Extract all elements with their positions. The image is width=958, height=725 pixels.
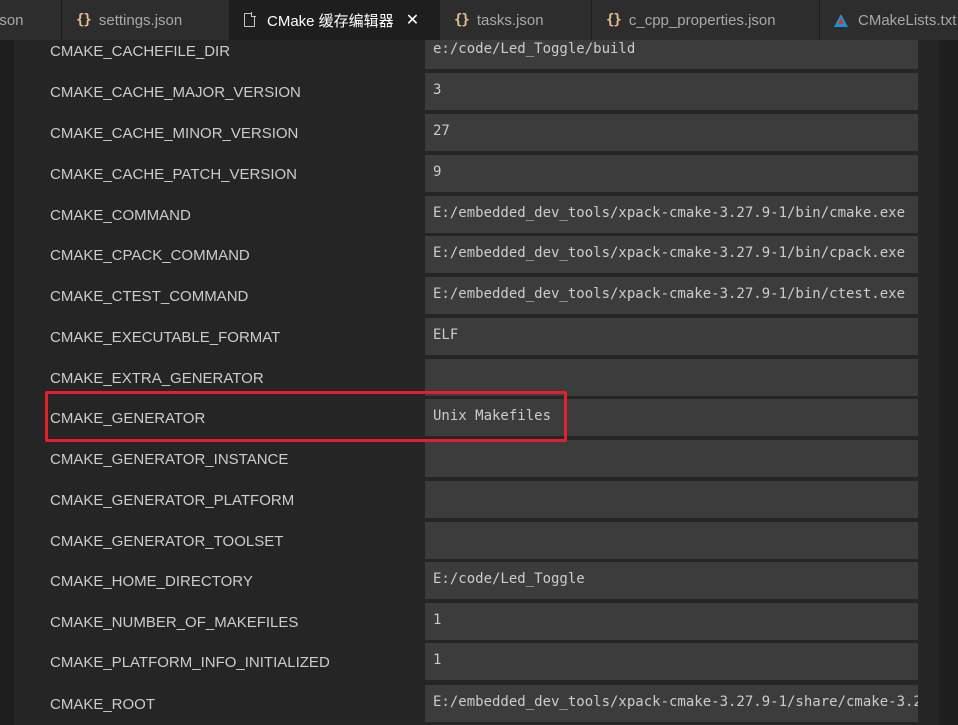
cache-entry-key: CMAKE_PLATFORM_INFO_INITIALIZED — [50, 654, 330, 671]
cache-entry-row: CMAKE_HOME_DIRECTORY E:/code/Led_Toggle — [14, 561, 939, 602]
cache-entry-row: CMAKE_EXTRA_GENERATOR — [14, 358, 939, 399]
cache-entry-row: CMAKE_CACHE_PATCH_VERSION 9 — [14, 154, 939, 195]
cache-entry-key: CMAKE_GENERATOR — [50, 410, 206, 427]
cache-entry-row: CMAKE_CACHE_MAJOR_VERSION 3 — [14, 72, 939, 113]
tab-5[interactable]: CMakeLists.txt — [820, 0, 958, 40]
cache-entry-row: CMAKE_EXECUTABLE_FORMAT ELF — [14, 317, 939, 358]
cache-entry-row: CMAKE_NUMBER_OF_MAKEFILES 1 — [14, 602, 939, 643]
cache-entry-key: CMAKE_CACHEFILE_DIR — [50, 43, 231, 60]
tab-3[interactable]: {} tasks.json — [440, 0, 592, 40]
cache-entry-row: CMAKE_COMMAND E:/embedded_dev_tools/xpack… — [14, 195, 939, 236]
cache-entry-value-input[interactable]: E:/embedded_dev_tools/xpack-cmake-3.27.9… — [425, 685, 918, 722]
cache-entry-key: CMAKE_COMMAND — [50, 207, 191, 224]
cache-entry-value-input[interactable]: 27 — [425, 114, 918, 151]
cache-entry-value-input[interactable] — [425, 522, 918, 559]
cache-entry-row: CMAKE_ROOT E:/embedded_dev_tools/xpack-cm… — [14, 684, 939, 725]
cache-entry-key: CMAKE_CACHE_MAJOR_VERSION — [50, 84, 301, 101]
json-braces-icon: {} — [606, 12, 622, 28]
tab-1[interactable]: {} settings.json — [62, 0, 230, 40]
cache-entry-key: CMAKE_EXECUTABLE_FORMAT — [50, 329, 281, 346]
cache-entry-value-input[interactable]: 3 — [425, 73, 918, 110]
cache-entry-row: CMAKE_GENERATOR_INSTANCE — [14, 439, 939, 480]
cache-entry-value-input[interactable]: E:/embedded_dev_tools/xpack-cmake-3.27.9… — [425, 236, 918, 273]
tab-label: c_cpp_properties.json — [628, 11, 776, 29]
tab-4[interactable]: {} c_cpp_properties.json — [592, 0, 820, 40]
tab-2[interactable]: CMake 缓存编辑器 ✕ — [230, 0, 440, 40]
json-braces-icon: {} — [454, 12, 470, 28]
cache-entry-value-input[interactable] — [425, 440, 918, 477]
cache-entry-row: CMAKE_CACHE_MINOR_VERSION 27 — [14, 113, 939, 154]
cache-entry-key: CMAKE_GENERATOR_TOOLSET — [50, 533, 284, 550]
cache-entry-key: CMAKE_CPACK_COMMAND — [50, 247, 250, 264]
tab-label: tasks.json — [476, 11, 544, 29]
cache-entry-value-input[interactable]: ELF — [425, 318, 918, 355]
cache-entry-key: CMAKE_GENERATOR_INSTANCE — [50, 451, 289, 468]
cache-entry-key: CMAKE_CTEST_COMMAND — [50, 288, 249, 305]
cache-entry-value-input[interactable]: 1 — [425, 643, 918, 680]
cache-entry-value-input[interactable]: E:/code/Led_Toggle — [425, 562, 918, 599]
cache-entry-row: CMAKE_CTEST_COMMAND E:/embedded_dev_tools… — [14, 276, 939, 317]
cache-entry-row: CMAKE_PLATFORM_INFO_INITIALIZED 1 — [14, 642, 939, 683]
tab-label: settings.json — [98, 11, 183, 29]
tab-label: CMake 缓存编辑器 — [267, 12, 394, 30]
cache-entry-value-input[interactable]: Unix Makefiles — [425, 399, 918, 436]
file-icon — [244, 12, 256, 27]
cache-entry-key: CMAKE_GENERATOR_PLATFORM — [50, 492, 295, 509]
cache-entry-key: CMAKE_ROOT — [50, 696, 156, 713]
tab-0[interactable]: json — [0, 0, 62, 40]
cache-entry-key: CMAKE_CACHE_MINOR_VERSION — [50, 125, 299, 142]
cache-entry-row: CMAKE_GENERATOR_PLATFORM — [14, 480, 939, 521]
scrollbar[interactable] — [939, 40, 958, 725]
cache-entry-row: CMAKE_GENERATOR_TOOLSET — [14, 521, 939, 562]
cmake-icon — [834, 13, 848, 27]
cache-entry-value-input[interactable]: 1 — [425, 603, 918, 640]
cache-entry-value-input[interactable]: e:/code/Led_Toggle/build — [425, 40, 918, 69]
tab-label: json — [0, 11, 24, 29]
cache-entry-key: CMAKE_HOME_DIRECTORY — [50, 573, 253, 590]
json-braces-icon: {} — [76, 12, 92, 28]
cache-entry-key: CMAKE_CACHE_PATCH_VERSION — [50, 166, 298, 183]
cache-entry-key: CMAKE_EXTRA_GENERATOR — [50, 370, 264, 387]
cache-entry-value-input[interactable] — [425, 359, 918, 396]
cache-entry-row: CMAKE_CACHEFILE_DIR e:/code/Led_Toggle/bu… — [14, 40, 939, 72]
cache-entries-table: CMAKE_CACHEFILE_DIR e:/code/Led_Toggle/bu… — [14, 40, 939, 725]
editor-tab-bar: json {} settings.json CMake 缓存编辑器 ✕ {} tasks.j… — [0, 0, 958, 40]
cache-entry-key: CMAKE_NUMBER_OF_MAKEFILES — [50, 614, 299, 631]
cache-entry-value-input[interactable]: E:/embedded_dev_tools/xpack-cmake-3.27.9… — [425, 277, 918, 314]
cache-entry-value-input[interactable]: 9 — [425, 155, 918, 192]
cmake-cache-editor: CMAKE_CACHEFILE_DIR e:/code/Led_Toggle/bu… — [0, 40, 958, 725]
tab-label: CMakeLists.txt — [858, 11, 957, 29]
cache-entry-row: CMAKE_GENERATOR Unix Makefiles — [14, 398, 939, 439]
close-icon[interactable]: ✕ — [406, 10, 419, 30]
cache-entry-value-input[interactable]: E:/embedded_dev_tools/xpack-cmake-3.27.9… — [425, 196, 918, 233]
cache-entry-value-input[interactable] — [425, 481, 918, 518]
cache-entry-row: CMAKE_CPACK_COMMAND E:/embedded_dev_tools… — [14, 235, 939, 276]
